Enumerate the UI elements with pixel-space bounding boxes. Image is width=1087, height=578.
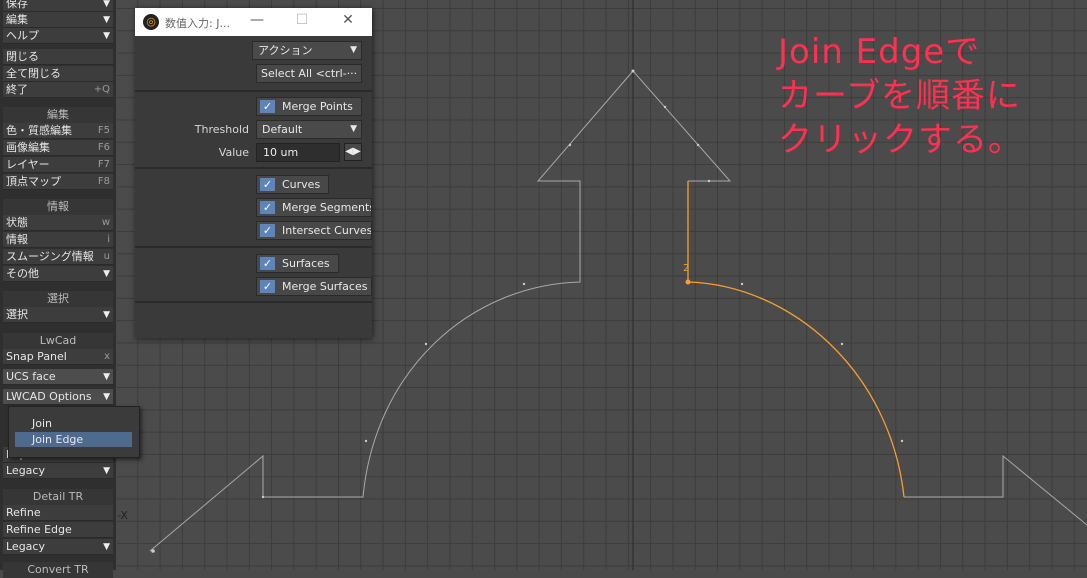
merge-surfaces-checkbox[interactable]: ✓ Merge Surfaces <box>256 277 372 296</box>
menu-quit[interactable]: 終了 +Q <box>3 82 113 98</box>
chevron-down-icon: ▼ <box>350 45 357 55</box>
section-header-detail-tr: Detail TR <box>3 489 113 505</box>
divider <box>135 90 372 92</box>
merge-points-checkbox[interactable]: ✓ Merge Points <box>256 97 362 116</box>
close-icon[interactable]: ✕ <box>338 12 358 28</box>
checkmark-icon: ✓ <box>260 100 275 113</box>
annotation-text: Join Edgeで カーブを順番に クリックする。 <box>778 30 1023 162</box>
chevron-down-icon: ▼ <box>103 0 110 9</box>
threshold-dropdown[interactable]: Default ▼ <box>256 120 362 139</box>
divider <box>135 301 372 303</box>
minimize-icon[interactable]: — <box>247 12 267 28</box>
section-header-edit: 編集 <box>3 107 113 123</box>
chevron-down-icon: ▼ <box>103 391 110 402</box>
menu-legacy[interactable]: Legacy ▼ <box>3 463 113 479</box>
menu-close-all[interactable]: 全て閉じる <box>3 66 113 82</box>
menu-select[interactable]: 選択 ▼ <box>3 307 113 323</box>
merge-segments-checkbox[interactable]: ✓ Merge Segments <box>256 198 372 217</box>
divider <box>135 167 372 169</box>
value-label: Value <box>218 146 249 159</box>
annotation-line: Join Edgeで <box>778 32 981 72</box>
chevron-down-icon: ▼ <box>103 309 110 320</box>
menu-lwcad-options[interactable]: LWCAD Options ▼ <box>3 389 113 405</box>
maximize-icon[interactable]: ☐ <box>292 12 312 28</box>
menu-ucs-face[interactable]: UCS face ▼ <box>3 369 113 385</box>
checkmark-icon: ✓ <box>260 224 275 237</box>
curves-checkbox[interactable]: ✓ Curves <box>256 175 329 194</box>
chevron-down-icon: ▼ <box>103 371 110 382</box>
menu-smoothing-info[interactable]: スムージング情報 u <box>3 249 113 265</box>
menu-info[interactable]: 情報 i <box>3 232 113 248</box>
chevron-down-icon: ▼ <box>103 268 110 279</box>
selected-start-point <box>685 279 691 285</box>
menu-close[interactable]: 閉じる <box>3 49 113 65</box>
selected-orange-curve <box>687 181 905 498</box>
value-input[interactable]: 10 um <box>256 143 340 162</box>
app-logo-icon: ◎ <box>143 14 159 30</box>
select-all-button[interactable]: Select All <ctrl-··· <box>256 64 362 83</box>
menu-other[interactable]: その他 ▼ <box>3 266 113 282</box>
checkmark-icon: ✓ <box>260 257 275 270</box>
tool-sidebar: 保存 ▼ 編集 ▼ ヘルプ ▼ 閉じる 全て閉じる 終了 +Q 編集 色・質感編集 F5 … <box>0 0 116 578</box>
dialog-title: 数值入力: J... <box>165 17 230 30</box>
section-header-select: 選択 <box>3 291 113 307</box>
threshold-label: Threshold <box>194 123 249 136</box>
annotation-line: クリックする。 <box>778 120 1023 160</box>
menu-snap-panel[interactable]: Snap Panel x <box>3 349 113 365</box>
surfaces-checkbox[interactable]: ✓ Surfaces <box>256 254 339 273</box>
menu-legacy-detail[interactable]: Legacy ▼ <box>3 539 113 555</box>
menu-edit[interactable]: 編集 ▼ <box>3 12 113 28</box>
menu-save[interactable]: 保存 ▼ <box>3 0 113 12</box>
chevron-down-icon: ▼ <box>103 465 110 476</box>
annotation-line: カーブを順番に <box>778 76 1021 116</box>
menu-image-editor[interactable]: 画像編集 F6 <box>3 140 113 156</box>
popup-item-join-edge[interactable]: Join Edge <box>15 432 132 447</box>
join-popup-menu: Join Join Edge <box>8 406 140 458</box>
section-header-convert-tr: Convert TR <box>3 562 113 578</box>
divider <box>135 246 372 248</box>
menu-surface-editor[interactable]: 色・質感編集 F5 <box>3 123 113 139</box>
popup-item-join[interactable]: Join <box>15 416 132 431</box>
chevron-down-icon: ▼ <box>103 14 110 25</box>
menu-refine[interactable]: Refine <box>3 505 113 521</box>
menu-help[interactable]: ヘルプ ▼ <box>3 28 113 44</box>
menu-statistics[interactable]: 状態 w <box>3 215 113 231</box>
numeric-panel-dialog: ◎ 数值入力: J... — ☐ ✕ アクション ▼ Select All <ct… <box>135 8 372 338</box>
section-header-info: 情報 <box>3 199 113 215</box>
gray-curve-right <box>904 454 1087 526</box>
point-number-label: 2 <box>683 263 689 274</box>
action-dropdown[interactable]: アクション ▼ <box>252 41 362 60</box>
menu-layers[interactable]: レイヤー F7 <box>3 157 113 173</box>
chevron-down-icon: ▼ <box>103 30 110 41</box>
menu-vertex-map[interactable]: 頂点マップ F8 <box>3 174 113 190</box>
section-header-lwcad: LwCad <box>3 333 113 349</box>
menu-refine-edge[interactable]: Refine Edge <box>3 522 113 538</box>
intersect-curves-checkbox[interactable]: ✓ Intersect Curves <box>256 221 372 240</box>
chevron-down-icon: ▼ <box>103 541 110 552</box>
checkmark-icon: ✓ <box>260 201 275 214</box>
value-slider-arrows-icon[interactable]: ◀▶ <box>344 143 362 161</box>
axis-label: -X <box>117 509 128 522</box>
chevron-down-icon: ▼ <box>350 124 357 134</box>
dialog-titlebar[interactable]: ◎ 数值入力: J... — ☐ ✕ <box>135 8 372 36</box>
checkmark-icon: ✓ <box>260 280 275 293</box>
checkmark-icon: ✓ <box>260 178 275 191</box>
